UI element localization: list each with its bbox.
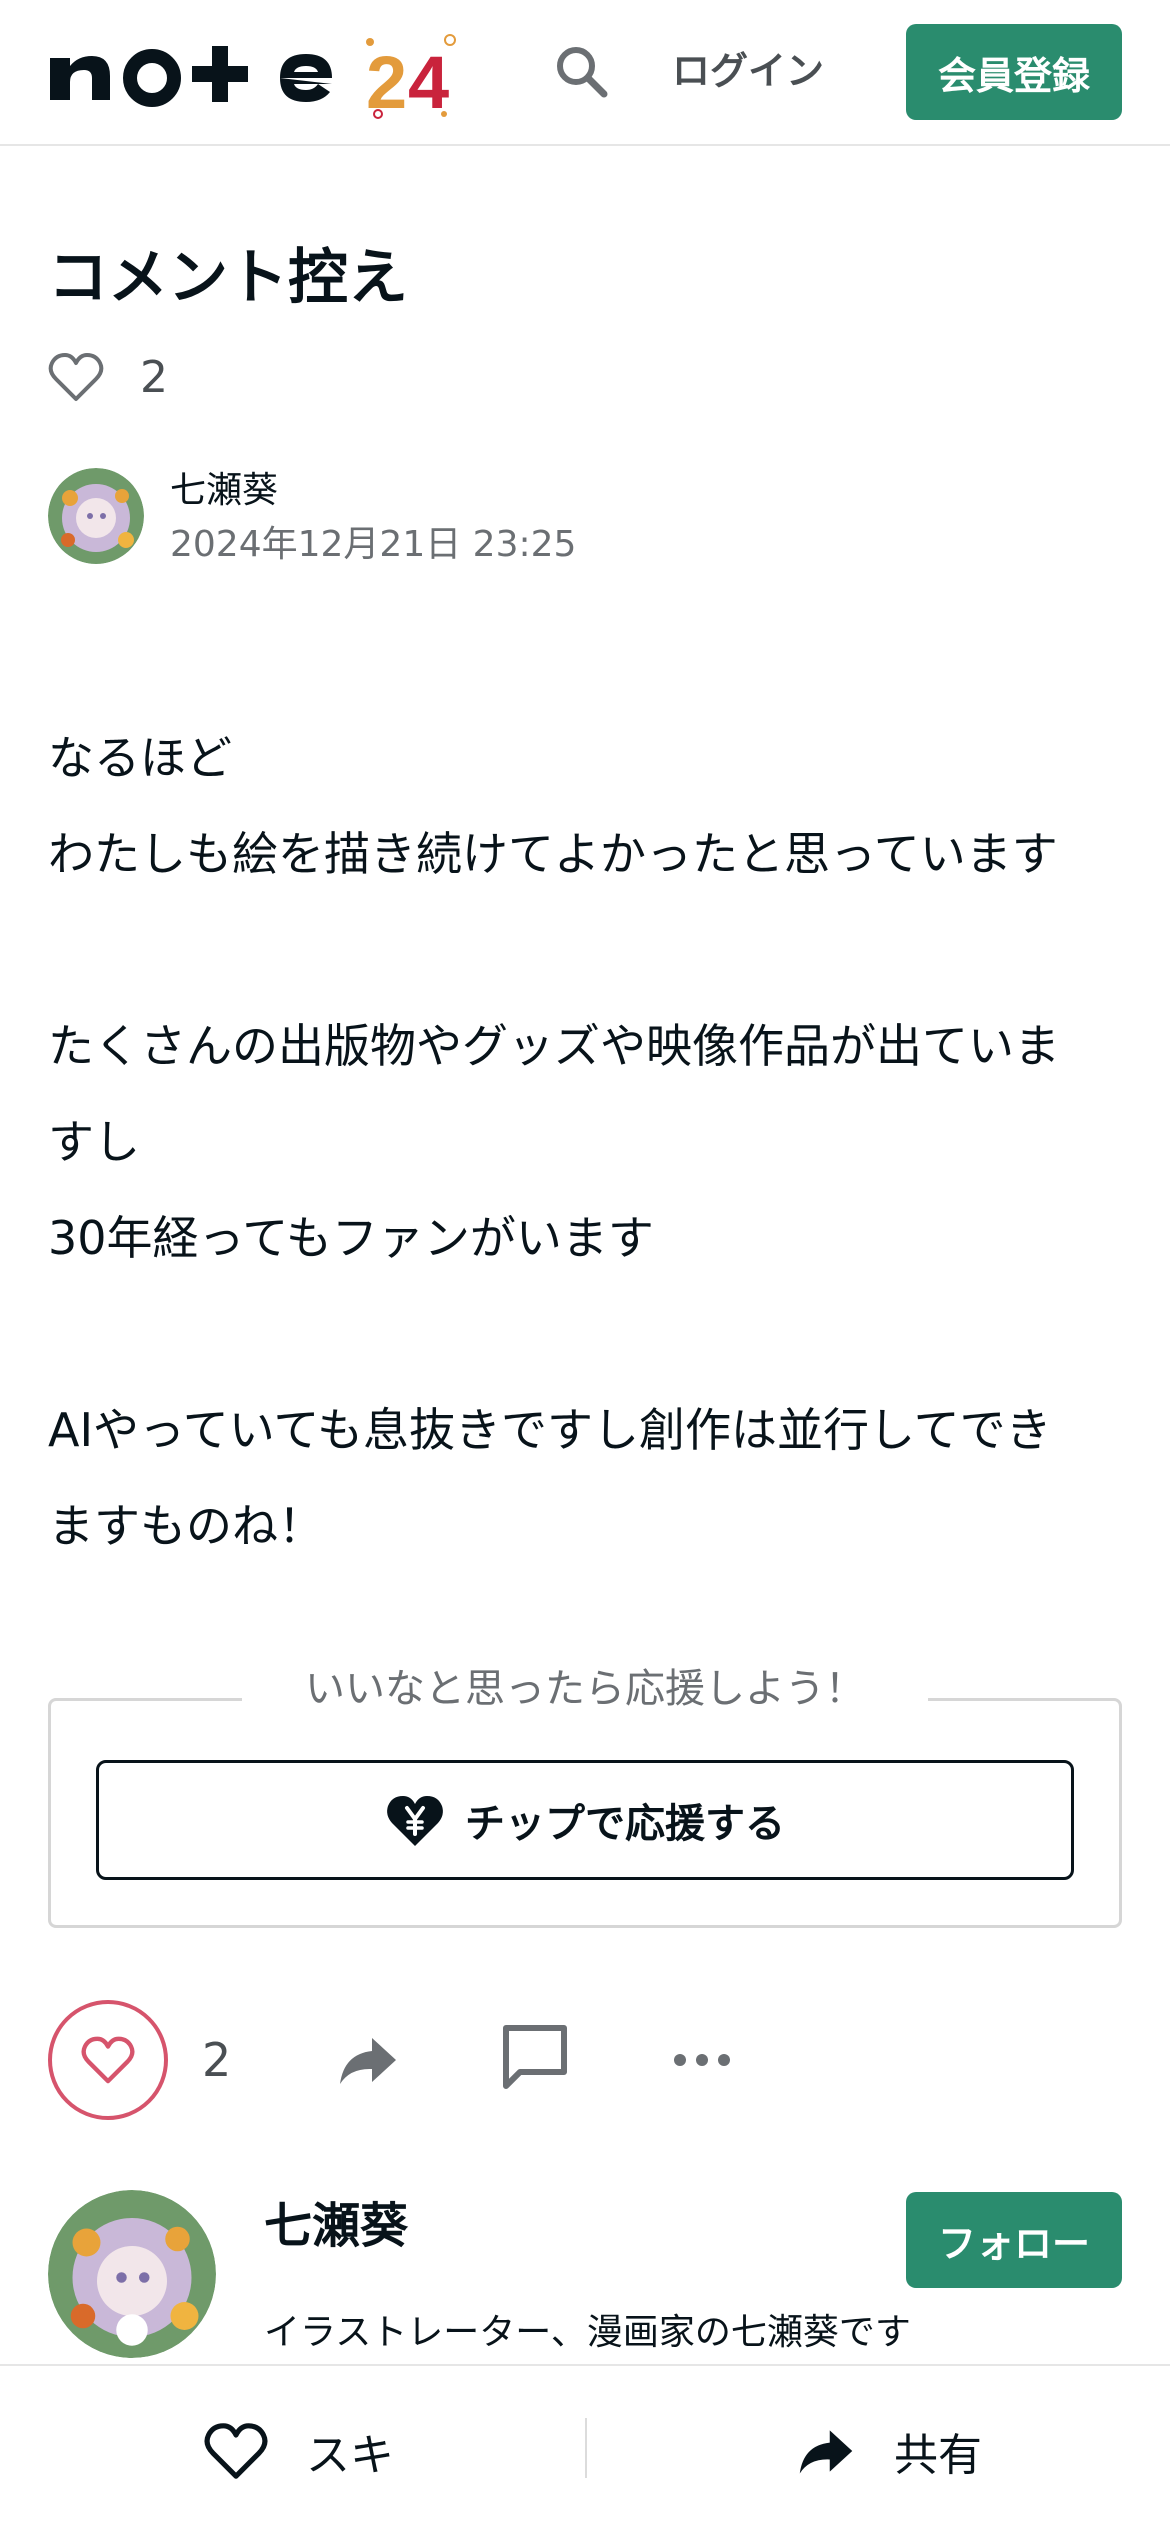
body-line: わたしも絵を描き続けてよかったと思っています [48,827,1058,881]
article-like-summary: 2 [48,344,168,410]
like-button[interactable] [48,2000,168,2120]
login-link[interactable]: ログイン [672,46,824,96]
tip-caption: いいなと思ったら応援しよう！ [242,1660,928,1718]
publish-date: 2024年12月21日 23:25 [170,524,577,565]
more-options-button[interactable] [670,2040,734,2080]
bottom-share-label: 共有 [894,2430,982,2481]
share-arrow-icon [340,2038,396,2084]
like-count: 2 [140,351,168,403]
heart-outline-icon [204,2423,268,2479]
heart-outline-icon [81,2036,135,2084]
body-blank-line [48,1286,1128,1382]
body-line: たくさんの出版物やグッズや映像作品が出ていま [48,1019,1060,1073]
search-button[interactable] [548,38,614,104]
article-title: コメント控え [48,243,408,313]
svg-text:4: 4 [408,41,449,120]
note-24-logo-icon: 2 4 [50,34,456,124]
creator-avatar[interactable] [48,2190,216,2358]
yen-heart-icon [385,1792,445,1848]
author-name[interactable]: 七瀬葵 [170,468,278,514]
signup-button[interactable]: 会員登録 [906,24,1122,120]
body-line: 30年経ってもファンがいます [48,1211,654,1265]
body-line: AIやっていても息抜きですし創作は並行してでき [48,1403,1052,1457]
svg-text:2: 2 [366,41,407,120]
creator-bio: イラストレーター、漫画家の七瀬葵です [264,2312,911,2353]
body-line: ますものね！ [48,1499,324,1553]
divider [585,2418,587,2478]
comment-bubble-icon [503,2025,567,2089]
note-logo[interactable]: 2 4 [48,30,468,124]
header: 2 4 ログイン 会員登録 [0,0,1170,146]
body-line: すし [48,1115,140,1169]
heart-outline-icon[interactable] [48,351,104,403]
search-icon [557,47,608,98]
bottom-share-button[interactable]: 共有 [796,2406,982,2496]
bottom-action-bar: スキ 共有 [0,2364,1170,2532]
body-line: なるほど [48,731,232,785]
body-blank-line [48,902,1128,998]
tip-button-label: チップで応援する [465,1801,785,1847]
tip-button[interactable]: チップで応援する [96,1760,1074,1880]
share-button[interactable] [336,2028,400,2092]
more-dots-icon [674,2054,730,2066]
article-body: なるほど わたしも絵を描き続けてよかったと思っています たくさんの出版物やグッズ… [48,710,1128,1574]
creator-name[interactable]: 七瀬葵 [264,2196,408,2256]
avatar-illustration-icon [48,2190,216,2358]
bottom-like-label: スキ [306,2430,394,2481]
comment-button[interactable] [500,2022,570,2092]
follow-button[interactable]: フォロー [906,2192,1122,2288]
avatar-illustration-icon [48,468,144,564]
bottom-like-button[interactable]: スキ [204,2406,394,2496]
share-arrow-icon [799,2430,853,2474]
like-count: 2 [202,2033,232,2087]
author-avatar[interactable] [48,468,144,564]
